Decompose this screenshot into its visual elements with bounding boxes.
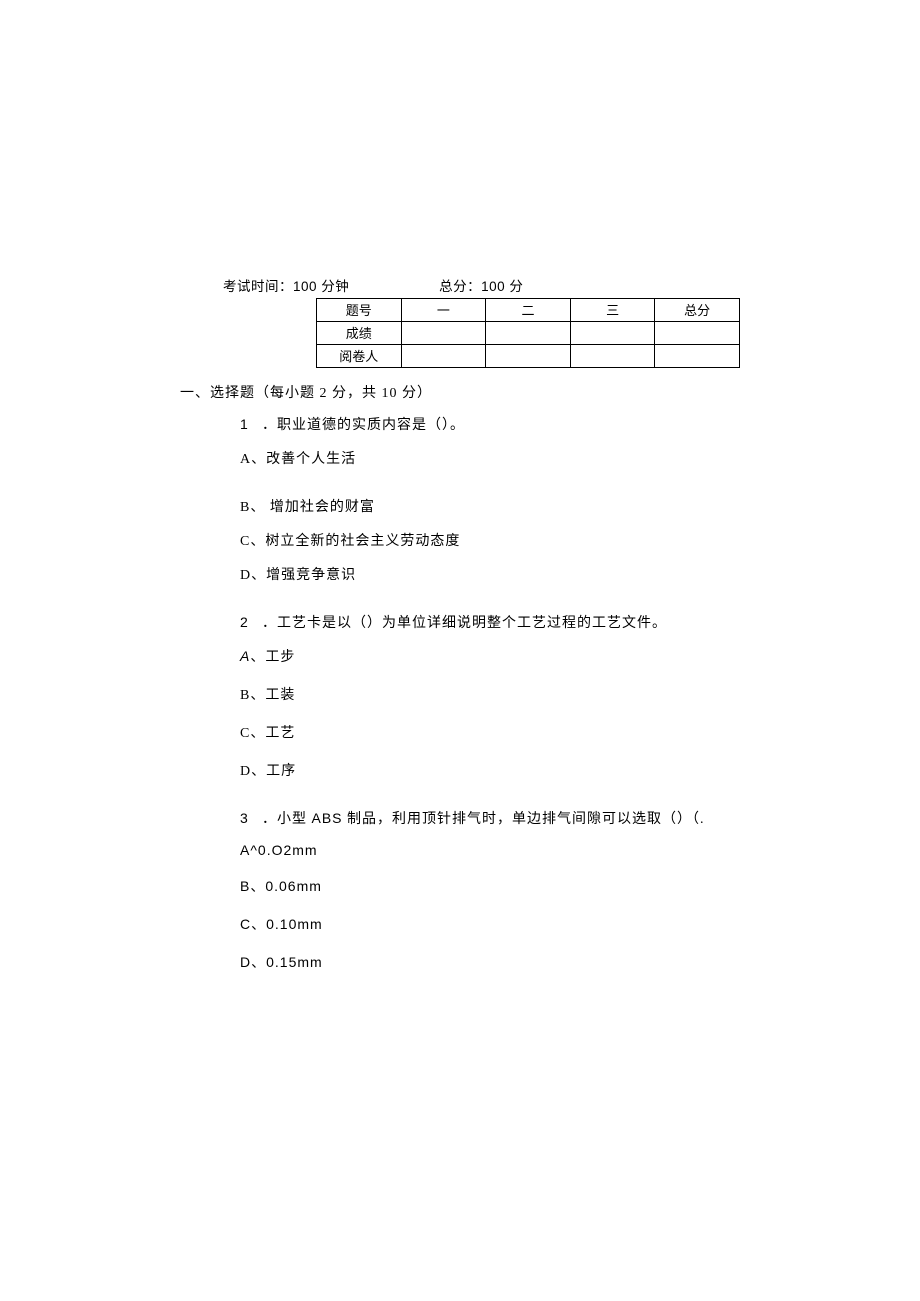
cell-c1	[401, 322, 486, 345]
option-a-text: 、工步	[250, 650, 295, 665]
option-b: B、0.06mm	[240, 876, 740, 896]
question-number: 3	[240, 810, 262, 826]
cell-c2	[486, 345, 571, 368]
table-row: 题号 一 二 三 总分	[317, 299, 740, 322]
question-1-text: 1．职业道德的实质内容是（）。	[240, 414, 740, 434]
question-body-p1: ．小型	[262, 812, 312, 827]
cell-label: 题号	[317, 299, 402, 322]
cell-c2	[486, 322, 571, 345]
table-row: 成绩	[317, 322, 740, 345]
exam-time-label: 考试时间：	[223, 279, 293, 294]
question-3: 3．小型 ABS 制品，利用顶针排气时，单边排气间隙可以选取（）（. A^0.O…	[240, 808, 740, 972]
option-c: C、树立全新的社会主义劳动态度	[240, 530, 740, 550]
question-number: 1	[240, 416, 262, 432]
section-1-title: 一、选择题（每小题 2 分，共 10 分）	[180, 382, 740, 402]
score-table: 题号 一 二 三 总分 成绩 阅卷人	[316, 298, 740, 368]
exam-time-value: 100 分钟	[293, 279, 349, 294]
exam-score-label: 总分：	[439, 279, 481, 294]
option-a: A^0.O2mm	[240, 842, 740, 858]
cell-label: 阅卷人	[317, 345, 402, 368]
option-a: A、工步	[240, 646, 740, 666]
cell-label: 成绩	[317, 322, 402, 345]
option-d: D、0.15mm	[240, 952, 740, 972]
option-a: A、改善个人生活	[240, 448, 740, 468]
question-body: ．工艺卡是以（）为单位详细说明整个工艺过程的工艺文件。	[262, 616, 667, 631]
exam-time: 考试时间：100 分钟	[223, 275, 349, 295]
exam-score: 总分：100 分	[439, 275, 523, 295]
option-b: B、工装	[240, 684, 740, 704]
cell-total	[655, 322, 740, 345]
option-d: D、工序	[240, 760, 740, 780]
question-3-text: 3．小型 ABS 制品，利用顶针排气时，单边排气间隙可以选取（）（.	[240, 808, 740, 828]
question-2-text: 2．工艺卡是以（）为单位详细说明整个工艺过程的工艺文件。	[240, 612, 740, 632]
cell-c3	[570, 345, 655, 368]
table-row: 阅卷人	[317, 345, 740, 368]
cell-c1	[401, 345, 486, 368]
option-c: C、工艺	[240, 722, 740, 742]
exam-score-value: 100 分	[481, 279, 523, 294]
question-number: 2	[240, 614, 262, 630]
question-body: ．职业道德的实质内容是（）。	[262, 418, 465, 433]
question-body-abs: ABS	[312, 810, 343, 826]
option-d: D、增强竞争意识	[240, 564, 740, 584]
cell-c1: 一	[401, 299, 486, 322]
option-c: C、0.10mm	[240, 914, 740, 934]
question-1: 1．职业道德的实质内容是（）。 A、改善个人生活 B、 增加社会的财富 C、树立…	[240, 414, 740, 584]
question-2: 2．工艺卡是以（）为单位详细说明整个工艺过程的工艺文件。 A、工步 B、工装 C…	[240, 612, 740, 780]
cell-total: 总分	[655, 299, 740, 322]
cell-c2: 二	[486, 299, 571, 322]
exam-info-line: 考试时间：100 分钟 总分：100 分	[223, 275, 740, 295]
cell-c3: 三	[570, 299, 655, 322]
option-b: B、 增加社会的财富	[240, 496, 740, 516]
option-a-letter: A	[240, 648, 250, 664]
question-body-p2: 制品，利用顶针排气时，单边排气间隙可以选取（）（.	[343, 812, 705, 827]
cell-c3	[570, 322, 655, 345]
cell-total	[655, 345, 740, 368]
